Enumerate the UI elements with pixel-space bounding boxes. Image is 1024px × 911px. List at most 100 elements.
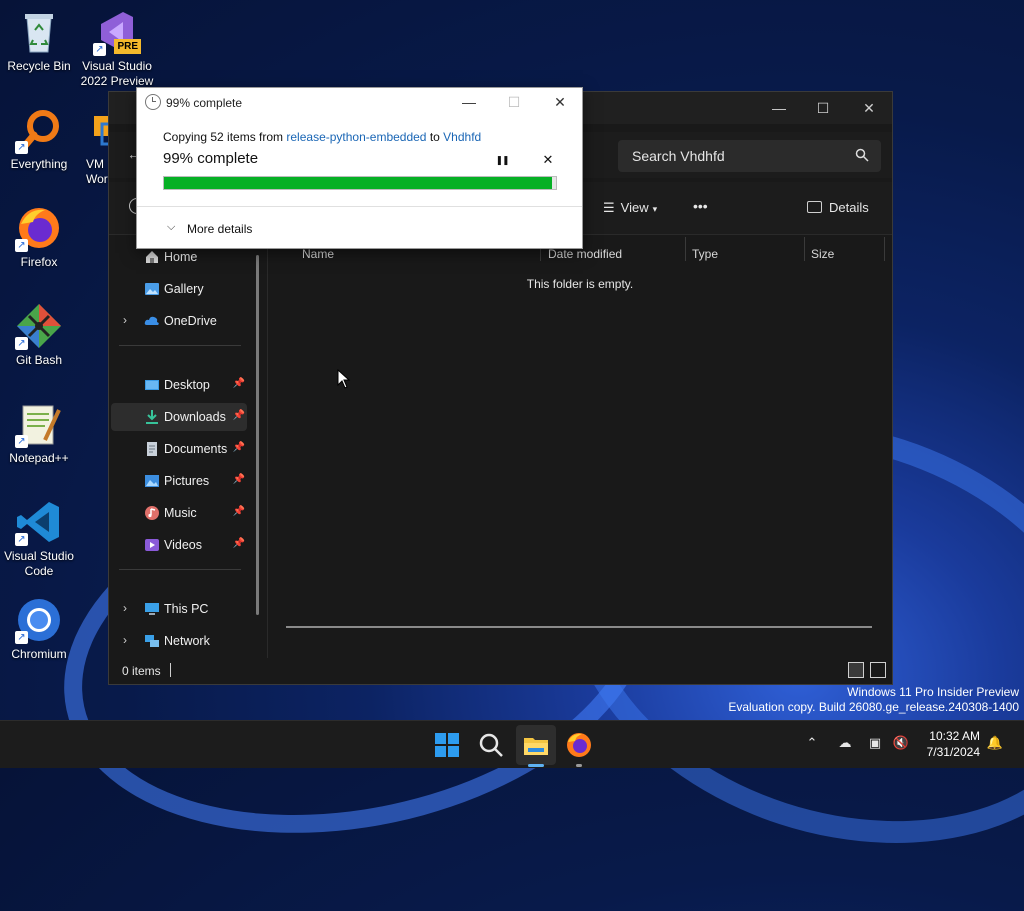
tiles-view-icon[interactable]: [870, 662, 886, 678]
pin-icon[interactable]: 📌: [233, 410, 245, 421]
firefox-icon[interactable]: [564, 730, 594, 760]
column-divider[interactable]: [884, 237, 885, 261]
notification-bell-icon[interactable]: 🔔: [986, 735, 1004, 753]
onedrive-offline-icon[interactable]: ☁: [836, 735, 854, 753]
maximize-icon: ☐: [507, 94, 521, 110]
desktop-icon-visual-studio-2022-preview[interactable]: PRE ↗ Visual Studio 2022 Preview: [78, 8, 156, 89]
column-header-date-modified[interactable]: Date modified: [548, 247, 622, 261]
column-divider[interactable]: [685, 237, 686, 261]
sidebar-item-desktop[interactable]: Desktop 📌: [111, 371, 247, 399]
recycle-bin-icon: [15, 8, 63, 56]
horizontal-scrollbar[interactable]: [286, 626, 872, 628]
volume-muted-icon[interactable]: 🔇: [892, 735, 910, 753]
status-bar: 0 items: [109, 658, 892, 684]
sidebar-item-documents[interactable]: Documents 📌: [111, 435, 247, 463]
network-icon: [145, 635, 159, 647]
sidebar-item-gallery[interactable]: Gallery: [111, 275, 247, 303]
pin-icon[interactable]: 📌: [233, 506, 245, 517]
minimize-icon[interactable]: —: [769, 98, 789, 118]
notepad-plus-plus-icon: ↗: [15, 400, 63, 448]
desktop-icon-everything[interactable]: ↗ Everything: [0, 106, 78, 172]
pin-icon[interactable]: 📌: [233, 474, 245, 485]
dialog-title: 99% complete: [166, 96, 243, 110]
desktop-icon-visual-studio-code[interactable]: ↗ Visual Studio Code: [0, 498, 78, 579]
details-pane-button[interactable]: Details: [807, 200, 869, 215]
text-caret: [170, 663, 171, 677]
pictures-icon: [145, 475, 159, 487]
sidebar-item-videos[interactable]: Videos 📌: [111, 531, 247, 559]
details-view-icon[interactable]: [848, 662, 864, 678]
sidebar-separator: [119, 569, 241, 570]
desktop-icon-label: Everything: [10, 157, 68, 171]
start-windows-icon[interactable]: [432, 730, 462, 760]
desktop-icon: [145, 380, 159, 390]
desktop-icon-label: Recycle Bin: [7, 59, 71, 73]
shortcut-arrow-icon: ↗: [93, 43, 106, 56]
sidebar-item-music[interactable]: Music 📌: [111, 499, 247, 527]
view-menu-button[interactable]: ☰ View ▾: [603, 200, 657, 216]
search-icon[interactable]: [476, 730, 506, 760]
sidebar-item-network[interactable]: › Network: [111, 627, 247, 655]
preview-badge: PRE: [114, 39, 141, 54]
sidebar-item-this-pc[interactable]: › This PC: [111, 595, 247, 623]
desktop-icon-label: Visual Studio Code: [4, 549, 74, 578]
close-icon[interactable]: ✕: [859, 98, 879, 118]
chevron-up-icon[interactable]: ⌃: [803, 735, 821, 753]
desktop-icon-label: Visual Studio 2022 Preview: [80, 59, 154, 88]
desktop-icon-notepad-plus-plus[interactable]: ↗ Notepad++: [0, 400, 78, 466]
search-icon: [855, 148, 869, 162]
minimize-icon[interactable]: —: [458, 92, 480, 112]
running-app-indicator: [576, 764, 582, 767]
pin-icon[interactable]: 📌: [233, 538, 245, 549]
windows-watermark: Windows 11 Pro Insider Preview Evaluatio…: [728, 685, 1019, 714]
cancel-button[interactable]: ✕: [539, 151, 557, 169]
desktop-icon-firefox[interactable]: ↗ Firefox: [0, 204, 78, 270]
sidebar-scrollbar[interactable]: [256, 255, 259, 615]
empty-folder-message: This folder is empty.: [526, 277, 634, 291]
column-header-type[interactable]: Type: [692, 247, 718, 261]
clock-icon: [145, 94, 161, 110]
desktop-icon-label: Chromium: [11, 647, 67, 661]
chevron-right-icon[interactable]: ›: [123, 633, 127, 647]
more-details-button[interactable]: More details: [187, 222, 252, 236]
chevron-down-icon[interactable]: ⌵: [167, 221, 175, 234]
desktop-icon-label: Notepad++: [9, 451, 69, 465]
close-icon[interactable]: ✕: [549, 92, 571, 112]
music-icon: [145, 506, 159, 520]
copy-description: Copying 52 items from release-python-emb…: [163, 130, 482, 144]
shortcut-arrow-icon: ↗: [15, 337, 28, 350]
column-divider[interactable]: [804, 237, 805, 261]
pin-icon[interactable]: 📌: [233, 378, 245, 389]
details-pane-icon: [807, 201, 822, 213]
everything-search-icon: ↗: [15, 106, 63, 154]
more-options-button[interactable]: •••: [693, 198, 708, 214]
sidebar-item-pictures[interactable]: Pictures 📌: [111, 467, 247, 495]
column-header-name[interactable]: Name: [302, 247, 334, 261]
sidebar-item-onedrive[interactable]: › OneDrive: [111, 307, 247, 335]
chevron-down-icon: ▾: [652, 204, 658, 214]
source-folder-link[interactable]: release-python-embedded: [286, 130, 426, 144]
chevron-right-icon[interactable]: ›: [123, 313, 127, 327]
vscode-icon: ↗: [15, 498, 63, 546]
desktop-icon-recycle-bin[interactable]: Recycle Bin: [0, 8, 78, 74]
view-lines-icon: ☰: [603, 200, 615, 215]
desktop-icon-label: Git Bash: [15, 353, 63, 367]
search-input[interactable]: Search Vhdhfd: [618, 140, 881, 172]
file-list-pane: Name Date modified Type Size This folder…: [267, 235, 892, 658]
shortcut-arrow-icon: ↗: [15, 631, 28, 644]
chevron-right-icon[interactable]: ›: [123, 601, 127, 615]
network-status-icon[interactable]: ▣: [866, 735, 884, 753]
active-app-indicator: [528, 764, 544, 767]
destination-folder-link[interactable]: Vhdhfd: [443, 130, 481, 144]
sidebar-item-downloads[interactable]: Downloads 📌: [111, 403, 247, 431]
pause-button[interactable]: ❚❚: [493, 151, 511, 169]
pin-icon[interactable]: 📌: [233, 442, 245, 453]
item-count: 0 items: [122, 664, 161, 678]
column-header-size[interactable]: Size: [811, 247, 834, 261]
desktop-icon-git-bash[interactable]: ↗ Git Bash: [0, 302, 78, 368]
maximize-icon[interactable]: ☐: [813, 98, 833, 118]
desktop-icon-chromium[interactable]: ↗ Chromium: [0, 596, 78, 662]
progress-bar: [163, 176, 557, 190]
mouse-cursor-icon: [337, 369, 351, 389]
taskbar-clock[interactable]: 10:32 AM 7/31/2024: [927, 728, 980, 760]
